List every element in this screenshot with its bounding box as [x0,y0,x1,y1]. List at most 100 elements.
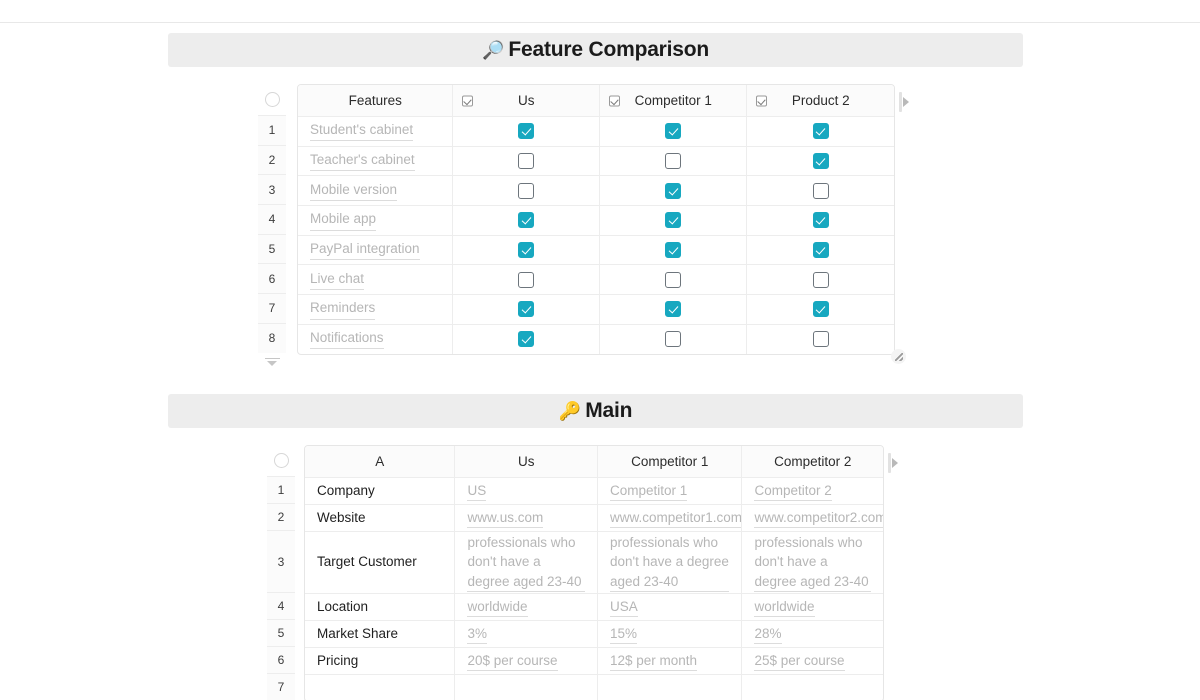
checkbox-checked-icon[interactable] [812,153,829,170]
feature-value-cell[interactable] [452,235,599,265]
add-column-handle[interactable] [888,453,898,473]
column-header-competitor-2[interactable]: Competitor 2 [741,446,883,477]
attribute-value-cell[interactable]: 12$ per month [596,648,742,674]
feature-value-cell[interactable] [746,324,894,354]
feature-value-cell[interactable] [598,146,747,176]
feature-value-cell[interactable] [746,206,894,235]
checkbox-unchecked-icon[interactable] [665,331,682,348]
feature-value-cell[interactable] [746,265,894,295]
attribute-value-cell[interactable]: www.us.com [454,505,597,531]
feature-name-cell[interactable]: Notifications [298,325,452,354]
feature-name-cell[interactable]: Mobile app [298,206,452,235]
attribute-value-cell[interactable] [741,675,883,700]
attribute-value-cell[interactable]: worldwide [454,594,597,620]
checkbox-unchecked-icon[interactable] [518,182,535,199]
row-number[interactable]: 5 [267,619,295,646]
row-number[interactable]: 1 [267,476,295,503]
row-number[interactable]: 3 [258,174,286,205]
select-all-circle[interactable] [273,453,289,468]
attribute-value-cell[interactable]: US [454,478,597,504]
row-number[interactable]: 5 [258,233,286,264]
row-number[interactable]: 7 [258,293,286,323]
attribute-value-cell[interactable]: 20$ per course [454,648,597,674]
row-number[interactable]: 4 [267,592,295,619]
checkbox-checked-icon[interactable] [518,331,535,348]
attribute-value-cell[interactable]: professionals who don't have a degree ag… [596,532,742,593]
attribute-value-cell[interactable]: USA [596,594,742,620]
checkbox-checked-icon[interactable] [665,242,682,259]
checkbox-unchecked-icon[interactable] [812,271,829,288]
feature-value-cell[interactable] [746,146,894,176]
feature-value-cell[interactable] [452,295,599,324]
feature-value-cell[interactable] [746,295,894,324]
checkbox-unchecked-icon[interactable] [665,271,682,288]
checkbox-checked-icon[interactable] [518,123,535,140]
checkbox-unchecked-icon[interactable] [812,182,829,199]
attribute-name-cell[interactable]: Website [305,505,454,531]
feature-value-cell[interactable] [598,206,747,235]
attribute-name-cell[interactable]: Company [305,478,454,504]
checkbox-unchecked-icon[interactable] [812,331,829,348]
row-number[interactable]: 6 [258,263,286,294]
feature-value-cell[interactable] [452,117,599,146]
attribute-value-cell[interactable]: Competitor 1 [596,478,742,504]
checkbox-checked-icon[interactable] [665,123,682,140]
row-number[interactable]: 1 [258,115,286,145]
checkbox-checked-icon[interactable] [665,301,682,318]
select-all-cell[interactable] [258,84,286,115]
attribute-value-cell[interactable] [454,675,597,700]
attribute-name-cell[interactable]: Location [305,594,454,620]
row-number[interactable]: 3 [267,530,295,592]
feature-name-cell[interactable]: Teacher's cabinet [298,147,452,176]
checkbox-unchecked-icon[interactable] [518,153,535,170]
row-number[interactable]: 6 [267,646,295,673]
checkbox-checked-icon[interactable] [812,212,829,229]
attribute-value-cell[interactable]: professionals who don't have a degree ag… [741,532,883,593]
checkbox-checked-icon[interactable] [812,242,829,259]
attribute-value-cell[interactable]: www.competitor2.com [741,505,883,531]
attribute-value-cell[interactable] [596,675,742,700]
row-number[interactable]: 4 [258,204,286,234]
column-header-competitor-1[interactable]: Competitor 1 [598,85,747,116]
attribute-name-cell[interactable]: Pricing [305,648,454,674]
attribute-value-cell[interactable]: 3% [454,621,597,647]
feature-name-cell[interactable]: Mobile version [298,176,452,205]
checkbox-checked-icon[interactable] [665,212,682,229]
attribute-value-cell[interactable]: 25$ per course [741,648,883,674]
row-number[interactable]: 2 [258,144,286,175]
row-number[interactable]: 7 [267,673,295,700]
feature-name-cell[interactable]: Student's cabinet [298,117,452,146]
select-all-circle[interactable] [264,92,280,107]
feature-name-cell[interactable]: PayPal integration [298,236,452,265]
feature-value-cell[interactable] [452,265,599,295]
collapse-rows-handle[interactable] [258,353,286,371]
attribute-value-cell[interactable]: professionals who don't have a degree ag… [454,532,597,593]
column-header-competitor-1[interactable]: Competitor 1 [596,446,742,477]
attribute-value-cell[interactable]: Competitor 2 [741,478,883,504]
attribute-name-cell[interactable]: Market Share [305,621,454,647]
checkbox-unchecked-icon[interactable] [518,271,535,288]
feature-value-cell[interactable] [598,295,747,324]
feature-value-cell[interactable] [598,235,747,265]
feature-value-cell[interactable] [598,265,747,295]
feature-value-cell[interactable] [452,324,599,354]
feature-value-cell[interactable] [452,206,599,235]
checkbox-checked-icon[interactable] [518,242,535,259]
feature-value-cell[interactable] [598,117,747,146]
attribute-value-cell[interactable]: worldwide [741,594,883,620]
column-header-a[interactable]: A [305,446,454,477]
add-column-handle[interactable] [899,92,909,112]
checkbox-checked-icon[interactable] [812,123,829,140]
feature-value-cell[interactable] [452,176,599,206]
feature-value-cell[interactable] [746,235,894,265]
checkbox-unchecked-icon[interactable] [665,153,682,170]
attribute-value-cell[interactable]: www.competitor1.com [596,505,742,531]
column-header-product-2[interactable]: Product 2 [746,85,894,116]
attribute-value-cell[interactable]: 15% [596,621,742,647]
checkbox-checked-icon[interactable] [812,301,829,318]
feature-value-cell[interactable] [746,117,894,146]
attribute-name-cell[interactable]: Target Customer [305,532,454,593]
feature-value-cell[interactable] [598,324,747,354]
feature-name-cell[interactable]: Live chat [298,265,452,294]
column-header-us[interactable]: Us [452,85,599,116]
